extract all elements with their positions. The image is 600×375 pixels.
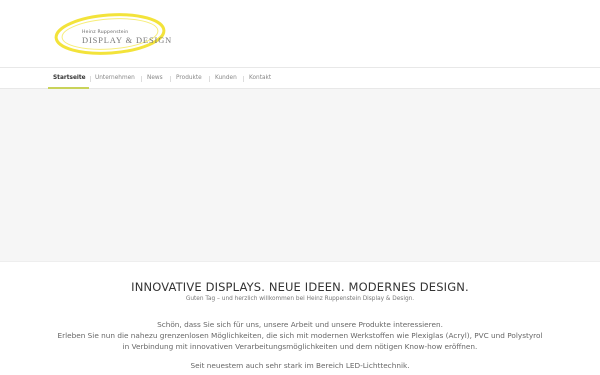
hero-banner-area (0, 89, 600, 261)
nav-item-kunden[interactable]: Kunden (215, 68, 237, 89)
logo-owner-name: Heinz Ruppenstein (82, 30, 129, 35)
intro-section: INNOVATIVE DISPLAYS. NEUE IDEEN. MODERNE… (0, 261, 600, 375)
logo-brand-name: DISPLAY & DESIGN (82, 36, 173, 45)
nav-separator (170, 76, 171, 82)
intro-subline: Guten Tag – und herzlich willkommen bei … (185, 296, 415, 302)
intro-paragraph: Erleben Sie nun die nahezu grenzenlosen … (57, 331, 543, 340)
main-navigation: Startseite Unternehmen News Produkte Kun… (0, 67, 600, 89)
intro-headline: INNOVATIVE DISPLAYS. NEUE IDEEN. MODERNE… (131, 280, 469, 294)
intro-paragraph: in Verbindung mit innovativen Verarbeitu… (122, 342, 478, 351)
nav-item-kontakt[interactable]: Kontakt (249, 68, 271, 89)
site-header: Heinz Ruppenstein DISPLAY & DESIGN (0, 0, 600, 67)
nav-separator (90, 76, 91, 82)
nav-separator (243, 76, 244, 82)
nav-separator (141, 76, 142, 82)
nav-item-unternehmen[interactable]: Unternehmen (95, 68, 135, 89)
nav-item-news[interactable]: News (147, 68, 163, 89)
nav-separator (209, 76, 210, 82)
nav-item-startseite[interactable]: Startseite (53, 68, 86, 89)
intro-paragraph: Schön, dass Sie sich für uns, unsere Arb… (157, 320, 443, 329)
nav-item-produkte[interactable]: Produkte (176, 68, 202, 89)
intro-paragraph: Seit neuestem auch sehr stark im Bereich… (190, 361, 410, 370)
